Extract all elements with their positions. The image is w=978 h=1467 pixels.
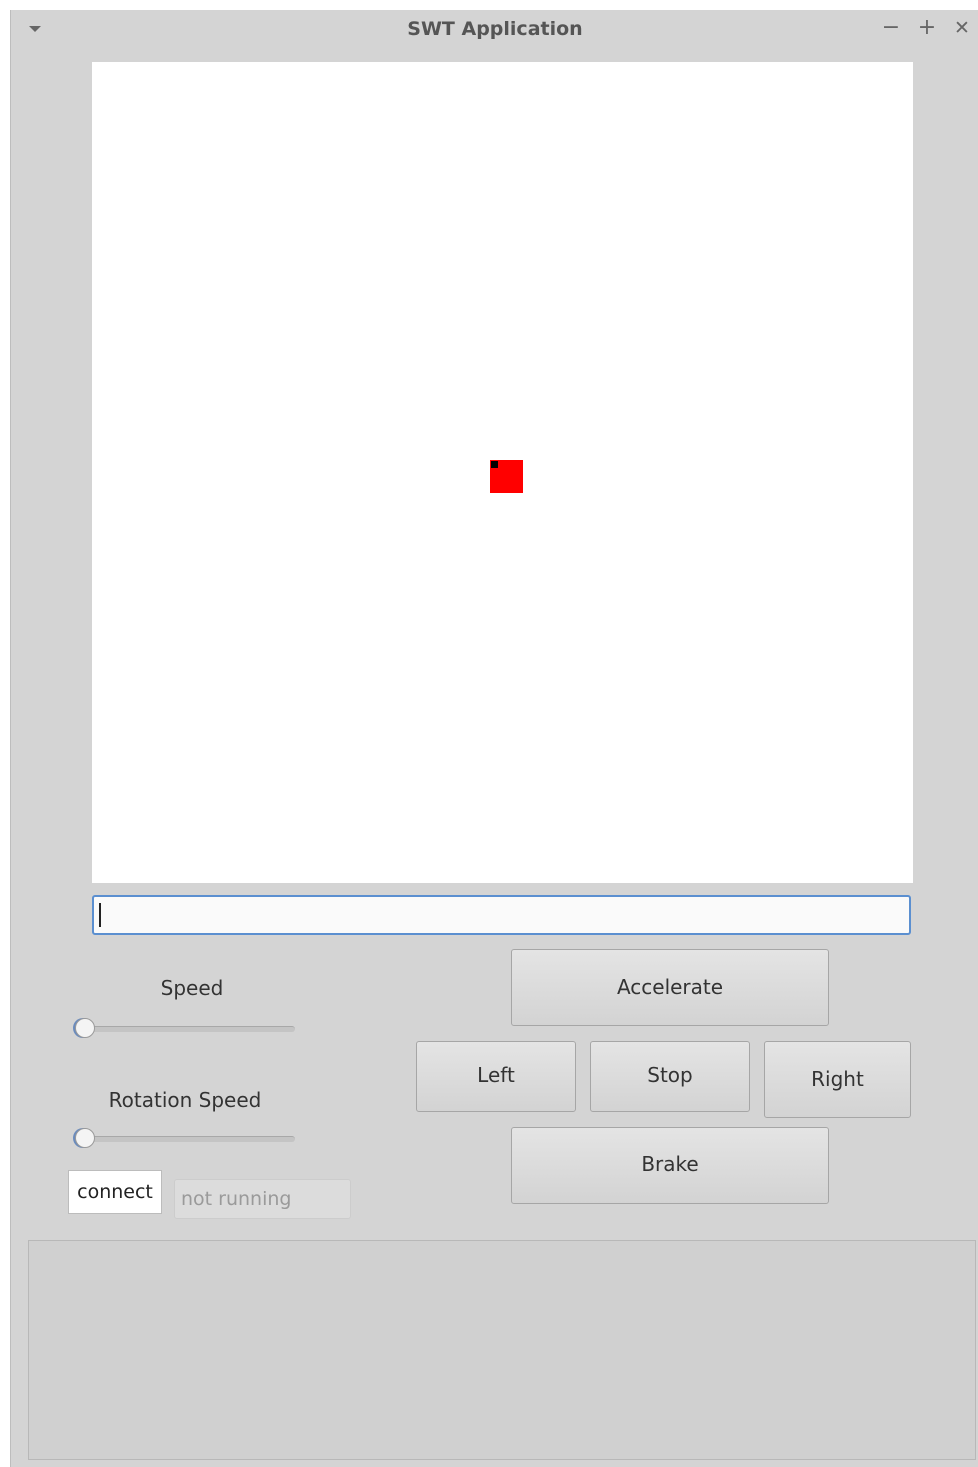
- stop-button[interactable]: Stop: [590, 1041, 750, 1112]
- close-icon[interactable]: ✕: [950, 16, 974, 40]
- robot-marker: [490, 460, 523, 493]
- rotation-speed-slider-track: [83, 1136, 295, 1142]
- right-button[interactable]: Right: [764, 1041, 911, 1118]
- brake-button[interactable]: Brake: [511, 1127, 829, 1204]
- speed-slider[interactable]: [75, 1018, 295, 1040]
- robot-heading-marker: [491, 461, 498, 468]
- window-title: SWT Application: [407, 18, 583, 40]
- rotation-speed-slider-thumb[interactable]: [75, 1128, 95, 1148]
- simulation-canvas[interactable]: [92, 62, 913, 883]
- left-button[interactable]: Left: [416, 1041, 576, 1112]
- left-button-label: Left: [477, 1063, 515, 1087]
- connection-status-field: not running: [174, 1179, 351, 1219]
- right-button-label: Right: [811, 1067, 864, 1091]
- connect-button-label: connect: [77, 1181, 153, 1203]
- log-output-area[interactable]: [28, 1240, 976, 1460]
- maximize-icon[interactable]: +: [915, 16, 939, 40]
- stop-button-label: Stop: [647, 1063, 693, 1087]
- accelerate-button-label: Accelerate: [616, 975, 724, 999]
- command-input[interactable]: [92, 895, 911, 935]
- rotation-speed-label: Rotation Speed: [108, 1088, 262, 1112]
- title-bar: SWT Application − + ✕: [11, 10, 978, 48]
- app-window: SWT Application − + ✕ Speed Rotation Spe…: [10, 10, 978, 1467]
- minimize-icon[interactable]: −: [879, 16, 903, 40]
- speed-slider-track: [83, 1026, 295, 1032]
- accelerate-button[interactable]: Accelerate: [511, 949, 829, 1026]
- speed-slider-thumb[interactable]: [75, 1018, 95, 1038]
- speed-label: Speed: [160, 976, 224, 1000]
- connection-status-text: not running: [181, 1188, 292, 1210]
- brake-button-label: Brake: [641, 1152, 699, 1176]
- text-caret: [99, 903, 101, 927]
- rotation-speed-slider[interactable]: [75, 1128, 295, 1150]
- connect-button[interactable]: connect: [68, 1170, 162, 1214]
